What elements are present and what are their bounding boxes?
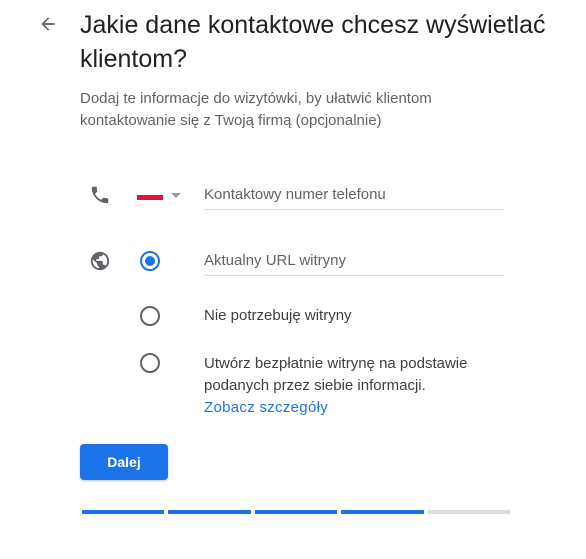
progress-segment — [168, 510, 251, 514]
pl-flag-icon — [137, 190, 163, 200]
country-code-select[interactable] — [137, 184, 191, 206]
create-website-label: Utwórz bezpłatnie witrynę na podstawie p… — [204, 355, 468, 394]
progress-segment — [254, 510, 338, 514]
radio-current-url[interactable] — [140, 251, 160, 271]
see-details-link[interactable]: Zobacz szczegóły — [204, 397, 328, 419]
phone-icon — [88, 183, 112, 207]
caret-down-icon — [171, 192, 181, 198]
radio-no-website[interactable] — [140, 306, 160, 326]
progress-segment — [82, 510, 165, 514]
page-title: Jakie dane kontaktowe chcesz wyświetlać … — [80, 11, 546, 73]
website-url-input[interactable] — [204, 245, 504, 276]
arrow-back-icon — [38, 14, 58, 39]
radio-create-website[interactable] — [140, 353, 160, 373]
next-button[interactable]: Dalej — [80, 444, 168, 480]
back-button[interactable] — [34, 12, 62, 40]
progress-bar — [82, 510, 511, 514]
progress-segment — [341, 510, 424, 514]
globe-icon — [88, 249, 112, 273]
progress-segment — [427, 510, 511, 514]
page-subtitle: Dodaj te informacje do wizytówki, by uła… — [80, 90, 432, 129]
phone-number-input[interactable] — [204, 179, 504, 210]
no-website-label: Nie potrzebuję witryny — [204, 307, 352, 324]
